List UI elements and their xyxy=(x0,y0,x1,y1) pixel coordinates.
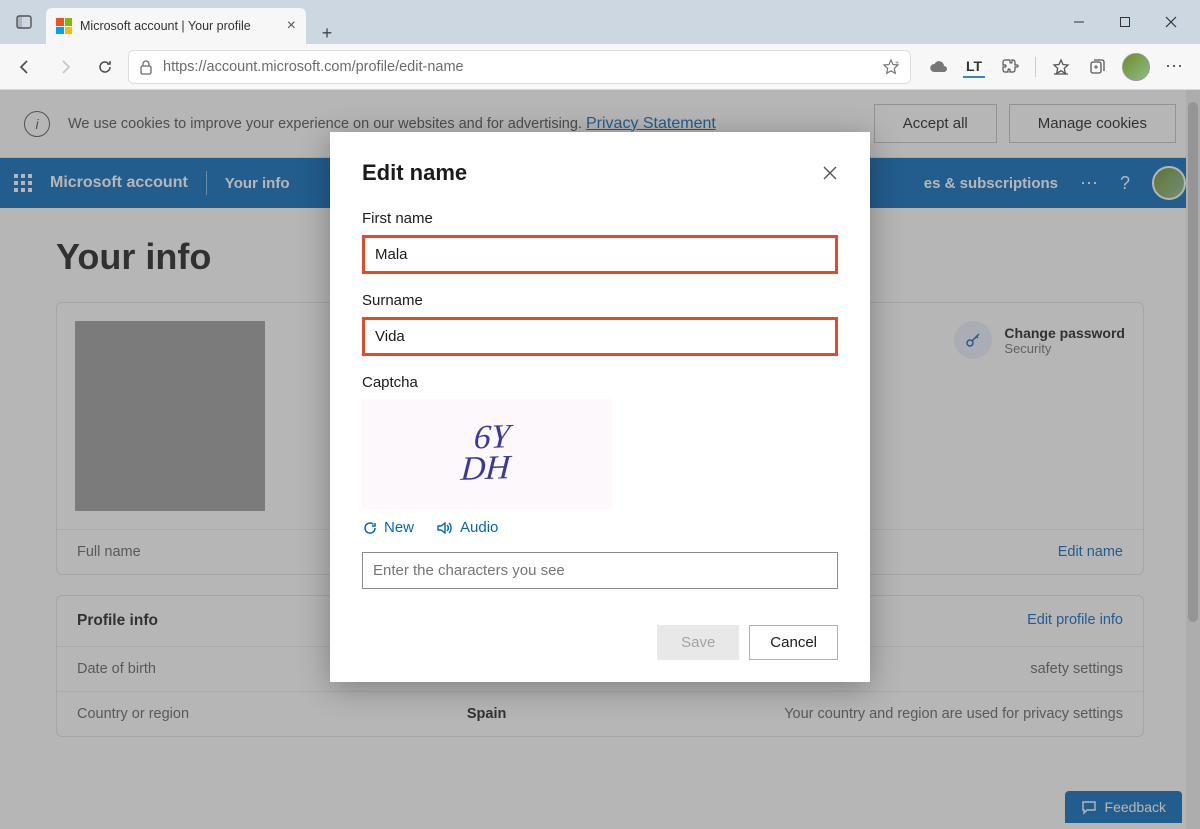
captcha-audio-link[interactable]: Audio xyxy=(436,519,498,536)
titlebar: Microsoft account | Your profile × + xyxy=(0,0,1200,44)
surname-label: Surname xyxy=(362,292,838,309)
lt-extension-icon[interactable]: LT xyxy=(963,56,985,78)
edit-name-modal: Edit name First name Surname Captcha 6Y … xyxy=(330,132,870,682)
browser-tab[interactable]: Microsoft account | Your profile × xyxy=(46,8,306,44)
first-name-label: First name xyxy=(362,210,838,227)
window-controls xyxy=(1056,6,1194,38)
toolbar-divider xyxy=(1035,57,1036,77)
modal-title: Edit name xyxy=(362,160,467,186)
collections-icon[interactable] xyxy=(1086,56,1108,78)
favorites-icon[interactable] xyxy=(1050,56,1072,78)
captcha-new-link[interactable]: New xyxy=(362,519,414,536)
browser-toolbar: https://account.microsoft.com/profile/ed… xyxy=(0,44,1200,90)
modal-close-icon[interactable] xyxy=(822,165,838,181)
maximize-button[interactable] xyxy=(1102,6,1148,38)
microsoft-favicon xyxy=(56,18,72,34)
url-text: https://account.microsoft.com/profile/ed… xyxy=(163,59,872,75)
captcha-image: 6Y DH xyxy=(362,399,612,509)
tab-title: Microsoft account | Your profile xyxy=(80,19,279,33)
new-tab-button[interactable]: + xyxy=(312,23,342,44)
svg-text:+: + xyxy=(895,60,899,67)
close-button[interactable] xyxy=(1148,6,1194,38)
browser-chrome: Microsoft account | Your profile × + htt… xyxy=(0,0,1200,90)
toolbar-right-icons: LT ⋯ xyxy=(917,53,1192,81)
cloud-icon[interactable] xyxy=(927,56,949,78)
address-bar[interactable]: https://account.microsoft.com/profile/ed… xyxy=(128,50,911,84)
extensions-icon[interactable] xyxy=(999,56,1021,78)
surname-input[interactable] xyxy=(362,317,838,356)
tab-close-icon[interactable]: × xyxy=(287,17,296,35)
captcha-text: 6Y DH xyxy=(460,423,513,486)
tab-actions-icon[interactable] xyxy=(6,4,42,40)
audio-icon xyxy=(436,520,454,536)
first-name-input[interactable] xyxy=(362,235,838,274)
captcha-input[interactable] xyxy=(362,552,838,589)
lock-icon xyxy=(139,59,153,75)
profile-avatar-icon[interactable] xyxy=(1122,53,1150,81)
forward-button xyxy=(48,50,82,84)
refresh-icon xyxy=(362,520,378,536)
captcha-label: Captcha xyxy=(362,374,838,391)
refresh-button[interactable] xyxy=(88,50,122,84)
tabstrip: Microsoft account | Your profile × + xyxy=(42,0,1056,44)
favorite-icon[interactable]: + xyxy=(882,58,900,76)
cancel-button[interactable]: Cancel xyxy=(749,625,838,660)
minimize-button[interactable] xyxy=(1056,6,1102,38)
back-button[interactable] xyxy=(8,50,42,84)
save-button[interactable]: Save xyxy=(657,625,739,660)
more-menu-icon[interactable]: ⋯ xyxy=(1164,56,1186,78)
